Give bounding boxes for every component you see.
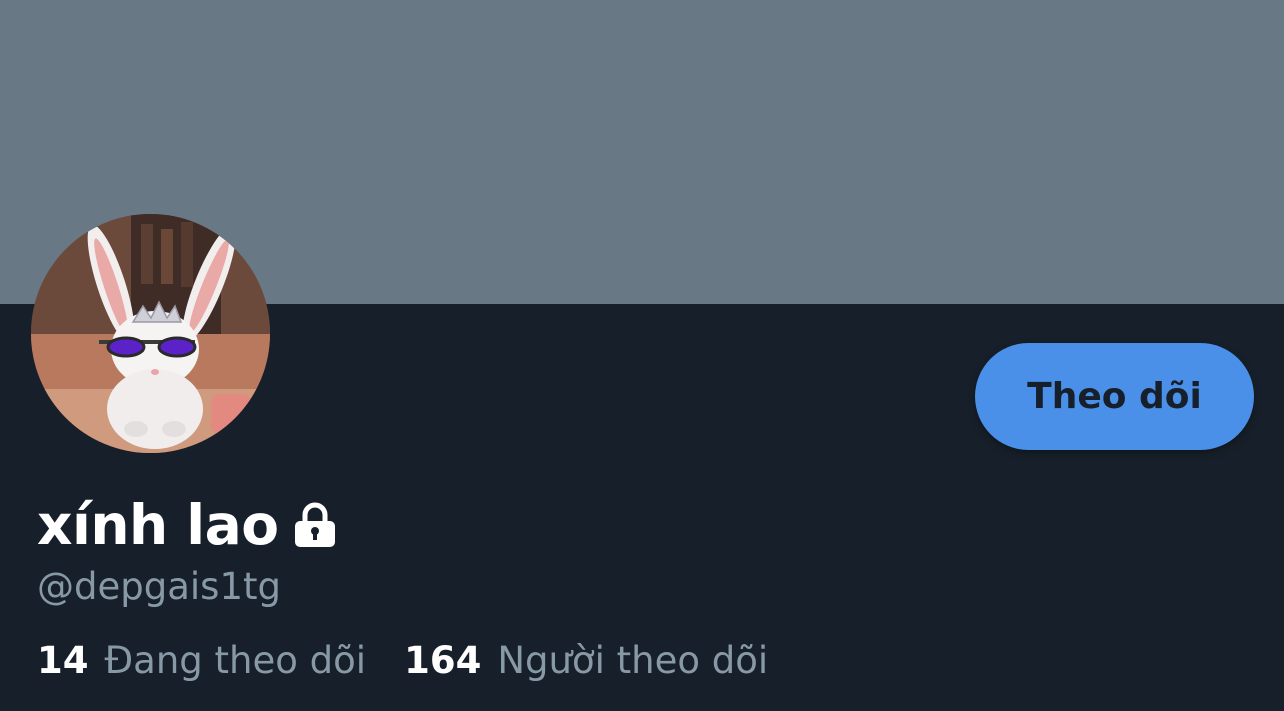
followers-count: 164 xyxy=(404,639,482,682)
display-name: xính lao xyxy=(37,493,279,557)
profile-page: Theo dõi xính lao @depgais1tg 14 Đang th… xyxy=(0,0,1284,711)
profile-name-row: xính lao xyxy=(37,492,339,558)
follow-button[interactable]: Theo dõi xyxy=(975,343,1254,450)
profile-stats: 14 Đang theo dõi 164 Người theo dõi xyxy=(37,638,768,684)
following-label: Đang theo dõi xyxy=(104,639,367,682)
profile-handle: @depgais1tg xyxy=(37,565,281,608)
avatar[interactable] xyxy=(31,214,270,453)
followers-label: Người theo dõi xyxy=(497,639,769,682)
followers-stat[interactable]: 164 Người theo dõi xyxy=(404,638,768,684)
following-stat[interactable]: 14 Đang theo dõi xyxy=(37,638,366,684)
following-count: 14 xyxy=(37,639,89,682)
lock-icon xyxy=(294,502,335,547)
avatar-image xyxy=(31,214,270,453)
